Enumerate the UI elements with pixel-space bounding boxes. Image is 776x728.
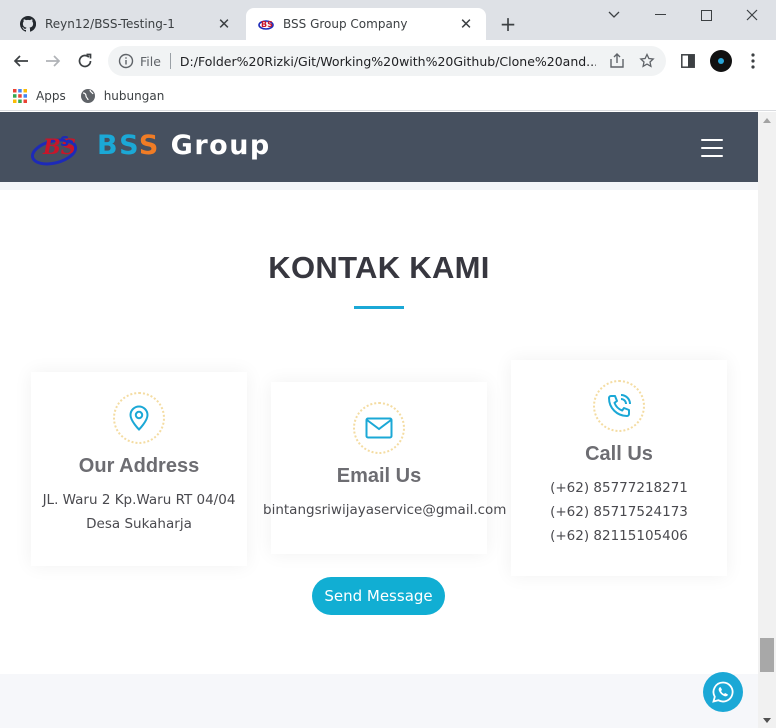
bss-favicon: BS [258, 16, 274, 32]
close-icon[interactable]: ✕ [216, 15, 232, 33]
profile-avatar[interactable] [710, 50, 732, 72]
hamburger-menu-icon[interactable] [701, 139, 723, 157]
scrollbar-thumb[interactable] [760, 638, 774, 672]
whatsapp-icon[interactable] [703, 672, 743, 712]
map-pin-icon [113, 392, 165, 444]
phone-number[interactable]: (+62) 82115105406 [511, 524, 727, 548]
new-tab-button[interactable]: + [498, 14, 518, 34]
address-scheme: File [140, 53, 161, 69]
brand-letter: S [138, 130, 160, 161]
minimize-icon[interactable] [637, 0, 683, 30]
github-icon [20, 16, 36, 32]
title-underline [354, 306, 404, 309]
header-divider [0, 182, 758, 190]
side-panel-icon[interactable] [677, 50, 699, 72]
reload-icon[interactable] [73, 49, 97, 73]
envelope-icon [353, 402, 405, 454]
info-icon[interactable] [118, 53, 134, 69]
call-card: Call Us (+62) 85777218271 (+62) 85717524… [511, 360, 727, 576]
scroll-down-arrow-icon[interactable] [758, 712, 776, 728]
svg-text:BS: BS [42, 134, 76, 159]
tab-title: Reyn12/BSS-Testing-1 [45, 17, 175, 31]
url-text[interactable]: D:/Folder%20Rizki/Git/Working%20with%20G… [180, 54, 596, 69]
phone-number[interactable]: (+62) 85717524173 [511, 500, 727, 524]
tab-github[interactable]: Reyn12/BSS-Testing-1 ✕ [8, 8, 244, 40]
tab-bss[interactable]: BS BSS Group Company ✕ [246, 8, 486, 40]
window-close-icon[interactable] [729, 0, 775, 30]
address-card: Our Address JL. Waru 2 Kp.Waru RT 04/04 … [31, 372, 247, 566]
star-icon[interactable] [638, 52, 656, 70]
phone-number[interactable]: (+62) 85777218271 [511, 476, 727, 500]
menu-dots-icon[interactable] [742, 50, 764, 72]
section-title: KONTAK KAMI [268, 250, 490, 285]
bookmark-label: Apps [36, 89, 66, 103]
phone-list: (+62) 85777218271 (+62) 85717524173 (+62… [511, 476, 727, 548]
divider [169, 53, 171, 69]
tab-strip: Reyn12/BSS-Testing-1 ✕ BS BSS Group Comp… [0, 0, 776, 40]
page-scrollbar[interactable] [758, 112, 776, 728]
phone-icon [593, 380, 645, 432]
brand-letter: B [97, 130, 120, 161]
brand-letter: S [119, 130, 139, 161]
browser-toolbar: File D:/Folder%20Rizki/Git/Working%20wit… [0, 40, 776, 82]
tab-title: BSS Group Company [283, 17, 408, 31]
bookmark-hubungan[interactable]: hubungan [80, 88, 165, 104]
chevron-down-icon[interactable] [591, 0, 637, 30]
bookmark-label: hubungan [103, 89, 165, 103]
footer-strip [0, 674, 758, 728]
brand-word: Group [159, 130, 271, 161]
svg-text:S: S [60, 135, 69, 150]
maximize-icon[interactable] [683, 0, 729, 30]
address-line: JL. Waru 2 Kp.Waru RT 04/04 [42, 492, 236, 508]
svg-text:BS: BS [261, 20, 273, 29]
globe-icon [80, 89, 95, 103]
share-icon[interactable] [608, 52, 626, 70]
send-message-button[interactable]: Send Message [312, 577, 445, 615]
apps-grid-icon [13, 89, 27, 103]
bss-logo[interactable]: BS S [30, 124, 82, 168]
close-icon[interactable]: ✕ [458, 15, 474, 33]
email-card: Email Us bintangsriwijayaservice@gmail.c… [263, 382, 506, 554]
site-header: BS S BSS Group [0, 112, 758, 182]
back-arrow-icon[interactable] [9, 49, 33, 73]
address-bar[interactable]: File D:/Folder%20Rizki/Git/Working%20wit… [108, 46, 666, 76]
card-title: Email Us [336, 465, 422, 487]
scroll-up-arrow-icon[interactable] [758, 112, 776, 128]
card-title: Call Us [585, 443, 653, 465]
email-link[interactable]: bintangsriwijayaservice@gmail.com [263, 498, 506, 522]
email-text: bintangsriwijayaservice@gmail.com [263, 498, 506, 522]
forward-arrow-icon[interactable] [41, 49, 65, 73]
brand-name[interactable]: BSS Group [97, 130, 271, 161]
bookmark-apps[interactable]: Apps [12, 88, 66, 104]
address-line: Desa Sukaharja [86, 516, 192, 532]
card-title: Our Address [78, 455, 200, 477]
page-viewport: BS S BSS Group KONTAK KAMI Our Address J… [0, 112, 758, 728]
address-text: JL. Waru 2 Kp.Waru RT 04/04 Desa Sukahar… [31, 488, 247, 536]
bookmarks-bar: Apps hubungan [0, 82, 776, 111]
